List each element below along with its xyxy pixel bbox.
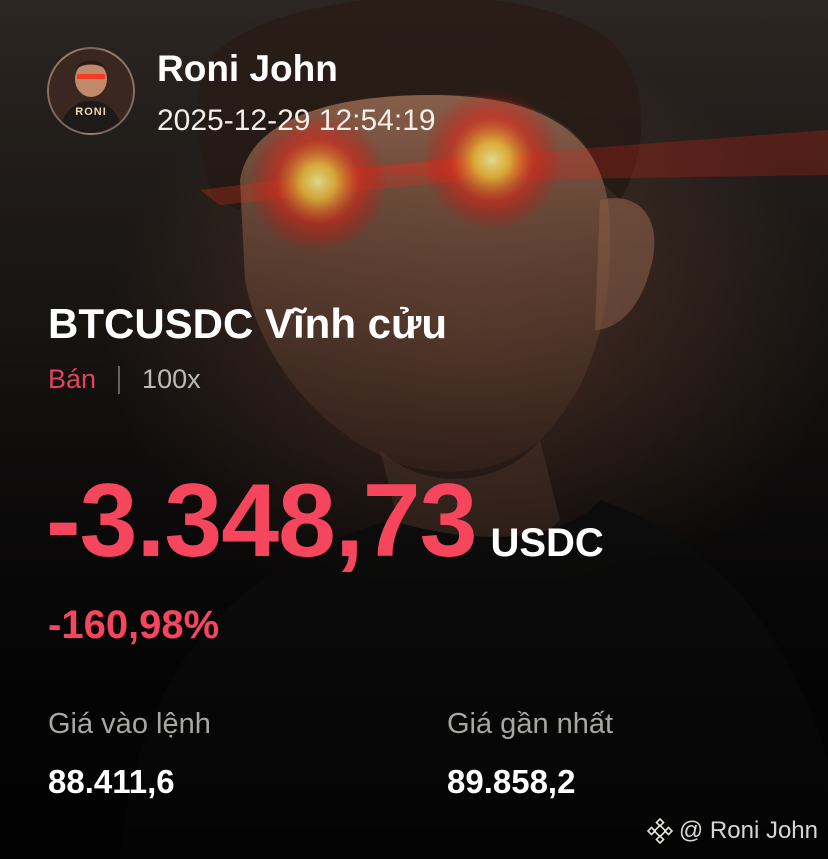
binance-logo-icon [646,818,673,844]
position-side: Bán [48,364,97,394]
watermark-text: @ Roni John [678,817,818,844]
contract-symbol: BTCUSDC Vĩnh cửu [48,300,448,347]
divider [118,365,121,394]
pnl-value: -3.348,73 [46,463,477,579]
last-price-value: 89.858,2 [447,763,576,800]
position-side-row: Bán 100x [48,364,201,395]
last-price-block: Giá gần nhất 89.858,2 [447,708,613,801]
avatar-shirt-text: RONI [75,106,107,118]
avatar-portrait-icon [49,49,133,133]
entry-price-block: Giá vào lệnh 88.411,6 [48,708,211,801]
timestamp: 2025-12-29 12:54:19 [157,104,436,137]
pnl-row: -3.348,73 USDC [46,462,604,581]
pnl-share-card: RONI Roni John 2025-12-29 12:54:19 BTCUS… [0,0,828,859]
entry-price-label: Giá vào lệnh [48,708,211,740]
avatar[interactable]: RONI [47,47,135,135]
username: Roni John [157,48,338,89]
leverage: 100x [142,364,201,394]
watermark: @ Roni John [646,817,818,845]
last-price-label: Giá gần nhất [447,708,614,740]
pnl-unit: USDC [490,521,604,565]
pnl-percent: -160,98% [48,603,220,647]
entry-price-value: 88.411,6 [48,763,175,800]
